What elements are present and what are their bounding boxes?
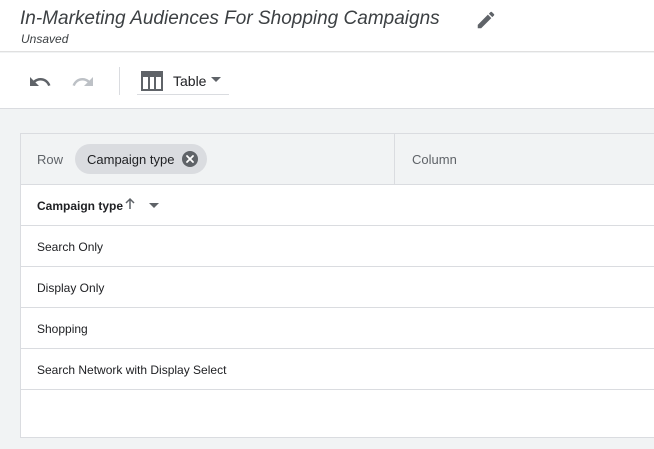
chip-label: Campaign type (87, 152, 175, 167)
table-icon (141, 71, 163, 91)
column-zone-label: Column (412, 152, 457, 167)
table-row[interactable]: Search Only (21, 226, 654, 267)
report-title[interactable]: In-Marketing Audiences For Shopping Camp… (20, 8, 440, 30)
table-row[interactable]: Shopping (21, 308, 654, 349)
table-cell: Display Only (37, 281, 105, 295)
redo-icon (72, 77, 93, 86)
toolbar: Table (0, 53, 654, 109)
view-type-select[interactable]: Table (137, 67, 229, 95)
table-cell: Search Network with Display Select (37, 363, 227, 377)
column-menu-icon[interactable] (148, 202, 160, 210)
pivot-bar: Row Campaign type Column (21, 134, 654, 185)
remove-chip-icon[interactable] (182, 151, 198, 167)
undo-button[interactable] (27, 69, 53, 95)
table-cell: Shopping (37, 322, 88, 336)
view-type-label: Table (173, 73, 207, 89)
table-header: Campaign type (21, 185, 654, 226)
redo-button[interactable] (70, 69, 96, 95)
save-status: Unsaved (21, 32, 69, 46)
row-zone-label: Row (37, 152, 64, 167)
toolbar-divider (119, 67, 120, 95)
table-card: Row Campaign type Column Campaign type S… (20, 133, 654, 438)
undo-icon (30, 77, 51, 86)
row-drop-zone[interactable]: Row Campaign type (21, 134, 395, 184)
table-cell: Search Only (37, 240, 104, 254)
column-header-campaign-type[interactable]: Campaign type (37, 199, 123, 213)
column-drop-zone[interactable]: Column (396, 134, 654, 184)
table-row[interactable]: Display Only (21, 267, 654, 308)
pencil-icon[interactable] (475, 9, 497, 31)
report-header: In-Marketing Audiences For Shopping Camp… (0, 0, 654, 52)
chevron-down-icon (211, 77, 221, 82)
sort-ascending-icon[interactable] (123, 197, 137, 211)
table-row[interactable]: Search Network with Display Select (21, 349, 654, 390)
row-dimension-chip[interactable]: Campaign type (75, 144, 207, 174)
